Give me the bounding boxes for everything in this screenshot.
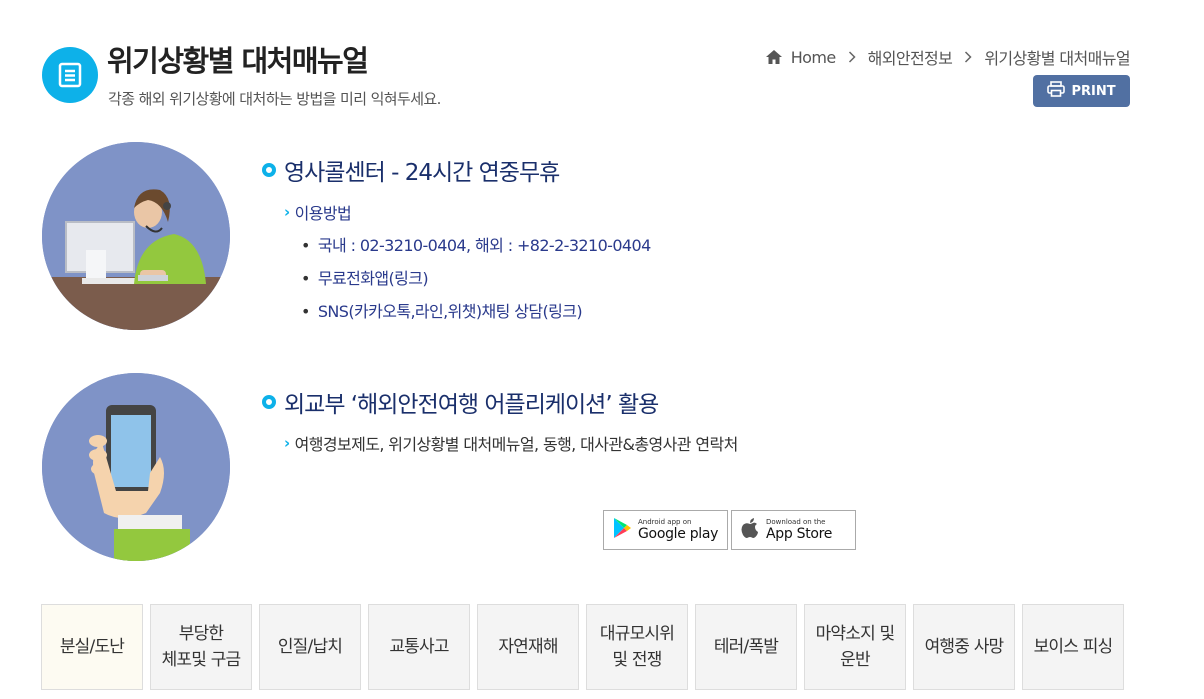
chevron-right-icon	[964, 51, 972, 63]
free-call-app-text: 무료전화앱(링크)	[317, 269, 429, 288]
tab-voice-phishing[interactable]: 보이스 피싱	[1022, 604, 1124, 690]
tab-protest-war[interactable]: 대규모시위 및 전쟁	[586, 604, 688, 690]
app-store-small-text: Download on the	[766, 518, 826, 526]
manual-icon	[42, 47, 98, 103]
apple-icon	[740, 517, 760, 543]
free-call-app-link[interactable]: • 무료전화앱(링크)	[301, 265, 651, 298]
crisis-category-tabs: 분실/도난 부당한 체포및 구금 인질/납치 교통사고 자연재해 대규모시위 및…	[41, 604, 1124, 690]
chevron-right-icon	[848, 51, 856, 63]
page-subtitle: 각종 해외 위기상황에 대처하는 방법을 미리 익혀두세요.	[108, 90, 441, 108]
bullet-ring-icon	[262, 163, 276, 177]
call-center-illustration	[42, 142, 230, 330]
home-icon[interactable]	[765, 49, 783, 65]
app-store-button[interactable]: Download on the App Store	[731, 510, 856, 550]
tab-natural-disaster[interactable]: 자연재해	[477, 604, 579, 690]
app-features-text: 여행경보제도, 위기상황별 대처메뉴얼, 동행, 대사관&총영사관 연락처	[294, 435, 739, 454]
usage-subheading: › 이용방법	[284, 200, 352, 224]
printer-icon	[1047, 81, 1066, 101]
tab-hostage-kidnap[interactable]: 인질/납치	[259, 604, 361, 690]
breadcrumb-overseas-safety[interactable]: 해외안전정보	[868, 45, 953, 69]
tab-unjust-arrest[interactable]: 부당한 체포및 구금	[150, 604, 252, 690]
usage-subheading-text: 이용방법	[294, 204, 352, 223]
app-store-label: App Store	[766, 526, 833, 542]
sns-chat-link[interactable]: • SNS(카카오톡,라인,위챗)채팅 상담(링크)	[301, 298, 651, 331]
section-app-title: 외교부 ‘해외안전여행 어플리케이션’ 활용	[262, 385, 659, 419]
google-play-label: Google play	[638, 526, 719, 542]
section-title-text: 영사콜센터 - 24시간 연중무휴	[284, 160, 560, 186]
call-center-usage-list: • 국내 : 02-3210-0404, 해외 : +82-2-3210-0404…	[301, 232, 651, 331]
phone-numbers-text: 국내 : 02-3210-0404, 해외 : +82-2-3210-0404	[317, 236, 651, 255]
google-play-small-text: Android app on	[638, 518, 692, 526]
sns-chat-text: SNS(카카오톡,라인,위챗)채팅 상담(링크)	[317, 302, 583, 321]
section-title-text: 외교부 ‘해외안전여행 어플리케이션’ 활용	[284, 392, 659, 418]
tab-traffic-accident[interactable]: 교통사고	[368, 604, 470, 690]
print-label: PRINT	[1071, 83, 1116, 99]
page-title: 위기상황별 대처매뉴얼	[107, 44, 369, 78]
print-button[interactable]: PRINT	[1033, 75, 1130, 107]
breadcrumb-current[interactable]: 위기상황별 대처매뉴얼	[984, 45, 1130, 69]
chevron-right-icon: ›	[284, 203, 290, 221]
bullet-ring-icon	[262, 395, 276, 409]
breadcrumb: Home 해외안전정보 위기상황별 대처매뉴얼	[765, 45, 1131, 69]
tab-death-abroad[interactable]: 여행중 사망	[913, 604, 1015, 690]
google-play-icon	[612, 517, 632, 543]
tab-drug-possession[interactable]: 마약소지 및 운반	[804, 604, 906, 690]
section-call-center-title: 영사콜센터 - 24시간 연중무휴	[262, 153, 560, 187]
list-item: • 국내 : 02-3210-0404, 해외 : +82-2-3210-0404	[301, 236, 651, 255]
breadcrumb-home[interactable]: Home	[791, 48, 836, 67]
google-play-button[interactable]: Android app on Google play	[603, 510, 728, 550]
chevron-right-icon: ›	[284, 434, 290, 452]
tab-loss-theft[interactable]: 분실/도난	[41, 604, 143, 690]
tab-terror-explosion[interactable]: 테러/폭발	[695, 604, 797, 690]
smartphone-illustration	[42, 373, 230, 561]
app-features-subheading: › 여행경보제도, 위기상황별 대처메뉴얼, 동행, 대사관&총영사관 연락처	[284, 431, 738, 455]
